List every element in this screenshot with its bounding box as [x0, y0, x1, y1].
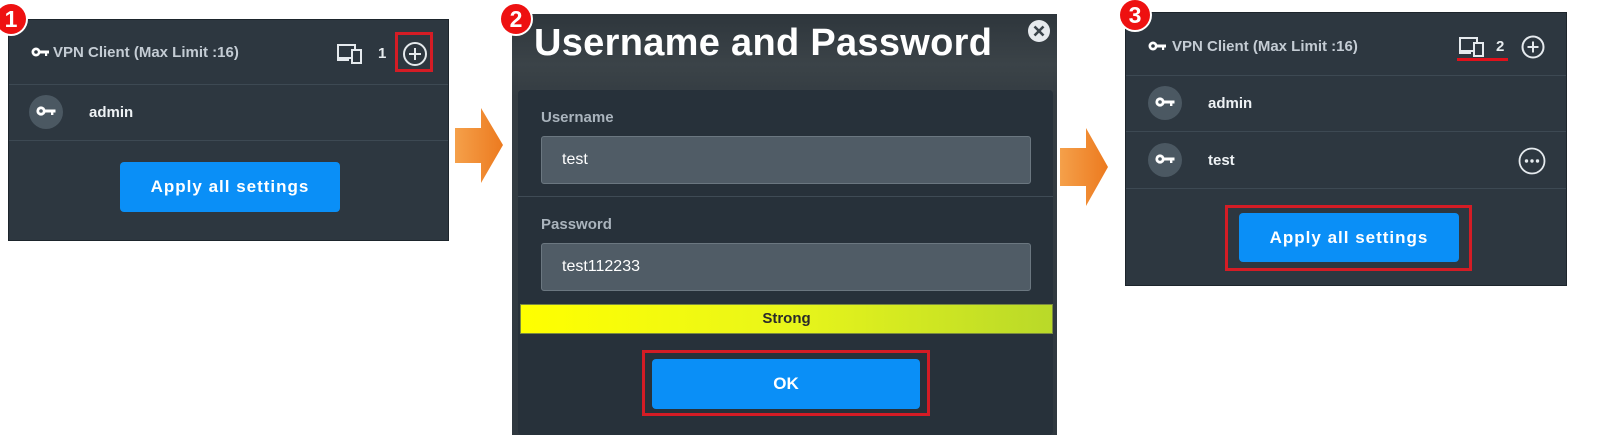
client-count: 1 — [378, 45, 387, 62]
dialog-title: Username and Password — [534, 22, 993, 64]
panel-header: VPN Client (Max Limit :16) 1 — [9, 20, 448, 85]
highlight-apply-button — [1225, 205, 1472, 271]
arrow-right-icon — [1060, 128, 1108, 206]
panel-title: VPN Client (Max Limit :16) — [53, 44, 239, 61]
user-row-test[interactable]: test — [1126, 132, 1566, 189]
divider — [518, 196, 1053, 197]
username-label: Username — [541, 109, 614, 126]
add-client-icon[interactable] — [1521, 35, 1545, 59]
user-name: test — [1208, 152, 1235, 169]
devices-icon — [1459, 37, 1484, 57]
close-icon[interactable] — [1027, 19, 1051, 43]
panel-title: VPN Client (Max Limit :16) — [1172, 38, 1358, 55]
arrow-right-icon — [455, 108, 503, 183]
key-icon — [1155, 97, 1175, 107]
key-icon — [31, 47, 49, 57]
username-field[interactable]: test — [541, 136, 1031, 184]
user-row-admin[interactable]: admin — [9, 84, 448, 141]
key-icon — [1148, 41, 1166, 51]
vpn-client-panel-step1: VPN Client (Max Limit :16) 1 admin Apply… — [8, 19, 449, 241]
user-name: admin — [89, 104, 134, 121]
highlight-add-icon — [395, 32, 433, 72]
devices-icon — [337, 44, 362, 64]
user-name: admin — [1208, 95, 1253, 112]
key-icon — [1155, 154, 1175, 164]
key-icon — [36, 106, 56, 116]
user-avatar — [29, 95, 63, 129]
step-3-badge: 3 — [1120, 0, 1150, 30]
panel-header: VPN Client (Max Limit :16) 2 — [1126, 13, 1566, 76]
apply-all-settings-button[interactable]: Apply all settings — [120, 162, 340, 212]
user-avatar — [1148, 86, 1182, 120]
user-row-admin[interactable]: admin — [1126, 75, 1566, 132]
password-field[interactable]: test112233 — [541, 243, 1031, 291]
more-options-icon[interactable] — [1518, 147, 1546, 175]
highlight-ok-button — [642, 350, 930, 416]
count-underline — [1457, 58, 1508, 61]
password-strength-bar: Strong — [520, 304, 1053, 334]
user-avatar — [1148, 143, 1182, 177]
password-label: Password — [541, 216, 612, 233]
client-count: 2 — [1496, 38, 1505, 55]
step-2-badge: 2 — [501, 4, 531, 34]
